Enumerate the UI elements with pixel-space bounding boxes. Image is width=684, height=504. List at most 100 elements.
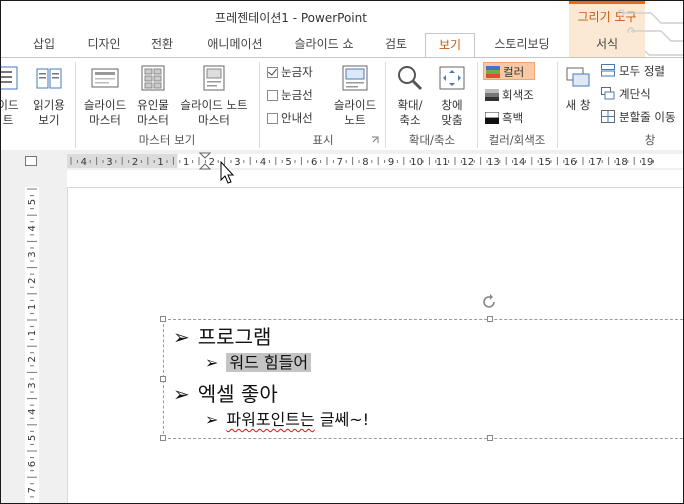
fit-to-window-icon xyxy=(439,66,465,90)
mouse-cursor-icon xyxy=(220,161,235,184)
resize-handle-left[interactable] xyxy=(160,376,166,382)
ruler-tick-label: 8 xyxy=(362,157,368,168)
cascade-button[interactable]: 계단식 xyxy=(601,85,651,103)
color-palette-icon xyxy=(486,66,500,78)
rotate-handle-icon[interactable] xyxy=(482,294,498,310)
resize-handle-bottom-left[interactable] xyxy=(160,435,166,441)
checkbox-checked-icon xyxy=(267,67,278,78)
bullet-item-level2[interactable]: ➢ 파워포인트는 글쎄~! xyxy=(205,406,369,430)
notes-master-label-2: 마스터 xyxy=(198,113,230,127)
ruler-tick-label: 7 xyxy=(337,157,343,168)
horizontal-ruler[interactable]: 4 3 2 1 1 2 3 4 5 6 7 8 9 10 11 12 13 14 15 16 17 18 19 xyxy=(67,154,683,168)
tab-design[interactable]: 디자인 xyxy=(77,33,131,57)
ruler-tick-label: 5 xyxy=(285,157,291,168)
bullet-item-level2-selected[interactable]: ➢ 워드 힘들어 xyxy=(205,349,312,373)
ruler-tick-label: 1 xyxy=(183,157,189,168)
tab-format[interactable]: 서식 xyxy=(569,33,645,57)
ribbon: 이드 트 읽기용 보기 슬라이드 마스터 xyxy=(1,57,683,151)
tab-selector-icon[interactable] xyxy=(25,156,37,166)
outline-view-label-2: 트 xyxy=(2,113,14,127)
ruler-tick-label: 4 xyxy=(81,157,87,168)
outline-view-button[interactable]: 이드 트 xyxy=(1,64,23,128)
resize-handle-top-left[interactable] xyxy=(160,316,166,322)
magnifier-icon xyxy=(398,66,423,91)
dialog-launcher-icon[interactable] xyxy=(371,136,379,144)
ruler-tick-label: 12 xyxy=(461,157,474,168)
notes-master-button[interactable]: 슬라이드 노트 마스터 xyxy=(175,64,253,128)
ruler-tick-label: 17 xyxy=(589,157,602,168)
ruler-tick-label: 11 xyxy=(436,157,449,168)
spell-error-word: 파워포인트는 xyxy=(226,410,315,429)
guides-checkbox[interactable]: 안내선 xyxy=(267,109,313,127)
zoom-button[interactable]: 확대/ 축소 xyxy=(391,64,429,128)
window-title: 프레젠테이션1 - PowerPoint xyxy=(215,11,367,25)
notes-master-label-1: 슬라이드 노트 xyxy=(180,98,248,112)
move-split-icon xyxy=(601,110,615,123)
ruler-tick-label: 2 xyxy=(27,278,38,284)
ruler-tick-label: 3 xyxy=(234,157,240,168)
tab-transitions[interactable]: 전환 xyxy=(139,33,185,57)
tab-animations[interactable]: 애니메이션 xyxy=(195,33,275,57)
tab-slideshow[interactable]: 슬라이드 쇼 xyxy=(283,33,365,57)
new-window-button[interactable]: 새 창 xyxy=(561,64,595,113)
bullet-item-level1[interactable]: ➢ 프로그램 xyxy=(173,321,271,350)
divider xyxy=(75,62,76,148)
arrange-all-label: 모두 정렬 xyxy=(619,64,665,78)
bullet-arrow-icon: ➢ xyxy=(205,410,219,429)
move-split-button[interactable]: 분할줄 이동 xyxy=(601,108,676,126)
ruler-tick-label: 14 xyxy=(513,157,526,168)
group-label-color: 컬러/회색조 xyxy=(488,133,546,147)
ruler-tick-label: 3 xyxy=(106,157,112,168)
grayscale-label: 회색조 xyxy=(502,88,534,102)
arrange-all-button[interactable]: 모두 정렬 xyxy=(601,62,665,80)
checkbox-unchecked-icon xyxy=(267,113,278,124)
resize-handle-bottom[interactable] xyxy=(487,435,493,441)
resize-handle-top[interactable] xyxy=(487,316,493,322)
vertical-ruler[interactable]: 5 4 3 2 1 1 2 3 4 5 6 7 xyxy=(25,187,39,503)
gridlines-checkbox[interactable]: 눈금선 xyxy=(267,86,313,104)
black-white-button[interactable]: 흑백 xyxy=(484,109,523,127)
fit-label-2: 맞춤 xyxy=(441,113,463,127)
tab-review[interactable]: 검토 xyxy=(373,33,419,57)
ruler-checkbox[interactable]: 눈금자 xyxy=(267,63,313,81)
indent-marker-icon[interactable] xyxy=(199,152,211,170)
color-button[interactable]: 컬러 xyxy=(483,62,535,80)
handout-master-button[interactable]: 유인물 마스터 xyxy=(131,64,175,128)
reading-view-button[interactable]: 읽기용 보기 xyxy=(27,64,71,128)
ruler-tick-label: 18 xyxy=(615,157,628,168)
reading-view-label-1: 읽기용 xyxy=(33,98,65,112)
notes-button[interactable]: 슬라이드 노트 xyxy=(329,64,381,128)
ruler-tick-label: 19 xyxy=(641,157,654,168)
tab-view[interactable]: 보기 xyxy=(425,33,475,58)
ruler-tick-label: 4 xyxy=(27,409,38,415)
bullet-text-rest: 글쎄~! xyxy=(314,410,370,429)
handout-master-label-2: 마스터 xyxy=(137,113,169,127)
slide-master-button[interactable]: 슬라이드 마스터 xyxy=(79,64,131,128)
fit-to-window-button[interactable]: 창에 맞춤 xyxy=(433,64,471,128)
reading-view-icon xyxy=(36,68,62,89)
tab-storyboarding[interactable]: 스토리보딩 xyxy=(483,33,561,57)
ruler-tick-label: 6 xyxy=(27,461,38,467)
ruler-tick-label: 1 xyxy=(27,304,38,310)
ruler-tick-label: 2 xyxy=(132,157,138,168)
outline-view-icon xyxy=(1,66,18,90)
tab-insert[interactable]: 삽입 xyxy=(21,33,67,57)
divider xyxy=(477,62,478,148)
zoom-label-2: 축소 xyxy=(399,113,421,127)
ruler-label: 눈금자 xyxy=(281,65,313,79)
notes-label-1: 슬라이드 xyxy=(333,98,377,112)
fit-label-1: 창에 xyxy=(441,98,463,112)
outline-view-label-1: 이드 xyxy=(1,98,19,112)
bullet-item-level1[interactable]: ➢ 엑셀 좋아 xyxy=(173,378,278,407)
bullet-text: 엑셀 좋아 xyxy=(197,382,278,406)
divider xyxy=(385,62,386,148)
selected-text: 워드 힘들어 xyxy=(226,353,312,372)
notes-master-icon xyxy=(203,65,225,91)
group-label-window: 창 xyxy=(644,133,656,147)
black-white-icon xyxy=(484,111,500,124)
slide-master-label-1: 슬라이드 xyxy=(83,98,127,112)
grayscale-button[interactable]: 회색조 xyxy=(485,86,534,104)
powerpoint-window: 프레젠테이션1 - PowerPoint 그리기 도구 삽입 디자인 전환 애니… xyxy=(0,0,684,504)
handout-master-label-1: 유인물 xyxy=(137,98,169,112)
guides-label: 안내선 xyxy=(281,111,313,125)
